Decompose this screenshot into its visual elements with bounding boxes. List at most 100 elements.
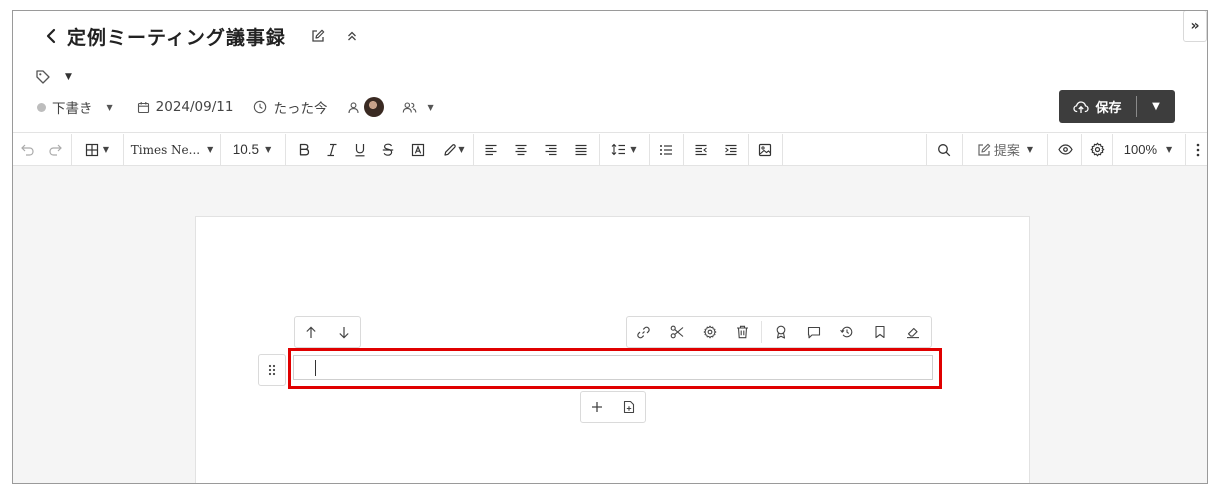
document-title[interactable]: 定例ミーティング議事録: [67, 23, 286, 50]
move-block-toolbar: [294, 316, 361, 348]
tag-icon: [35, 69, 51, 85]
clock-icon: [253, 100, 267, 114]
chevron-down-icon: ▼: [427, 102, 434, 112]
scissors-icon[interactable]: [660, 317, 693, 347]
more-vertical-icon[interactable]: [1189, 133, 1207, 166]
tag-selector[interactable]: ▼: [35, 67, 72, 87]
line-spacing-icon: [611, 143, 626, 156]
align-left-icon[interactable]: [478, 133, 504, 166]
underline-icon[interactable]: [347, 133, 373, 166]
date-field[interactable]: 2024/09/11: [137, 99, 234, 115]
chevron-down-icon: ▼: [1166, 145, 1173, 154]
toolbar-divider: [761, 321, 762, 343]
comment-icon[interactable]: [797, 317, 830, 347]
document-page: [195, 216, 1030, 483]
zoom-select[interactable]: 100% ▼: [1116, 133, 1180, 166]
toolbar-divider: [649, 134, 650, 165]
toolbar-divider: [962, 134, 963, 165]
chevron-down-icon: ▼: [265, 145, 272, 154]
status-label: 下書き: [52, 101, 93, 117]
line-spacing-button[interactable]: ▼: [603, 133, 645, 166]
outdent-icon[interactable]: [688, 133, 714, 166]
award-icon[interactable]: [764, 317, 797, 347]
strikethrough-icon[interactable]: [375, 133, 401, 166]
trash-icon[interactable]: [726, 317, 759, 347]
drag-grip-icon[interactable]: [258, 354, 286, 386]
toolbar-divider: [1112, 134, 1113, 165]
italic-icon[interactable]: [319, 133, 345, 166]
save-options-button[interactable]: ▼: [1137, 101, 1175, 112]
bookmark-icon[interactable]: [863, 317, 896, 347]
bullet-list-icon[interactable]: [653, 133, 679, 166]
plus-icon[interactable]: [581, 392, 613, 422]
save-button[interactable]: 保存: [1059, 97, 1136, 116]
arrow-down-icon[interactable]: [328, 317, 361, 347]
chevron-down-icon: ▼: [630, 145, 637, 154]
toolbar-divider: [220, 134, 221, 165]
bold-icon[interactable]: [291, 133, 317, 166]
user-icon: [347, 101, 360, 114]
title-row: 定例ミーティング議事録: [41, 23, 362, 49]
history-icon[interactable]: [830, 317, 863, 347]
highlighter-icon: [443, 143, 457, 157]
text-cursor: [315, 360, 316, 376]
toolbar-divider: [1081, 134, 1082, 165]
eye-icon[interactable]: [1051, 133, 1079, 166]
image-icon[interactable]: [752, 133, 778, 166]
save-label: 保存: [1095, 101, 1122, 116]
align-right-icon[interactable]: [538, 133, 564, 166]
meta-row: 下書き ▼ 2024/09/11 たった今 ▼: [37, 95, 434, 119]
users-icon: [402, 101, 417, 114]
table-icon: [85, 143, 99, 157]
share-members[interactable]: ▼: [402, 101, 434, 114]
gear-icon[interactable]: [693, 317, 726, 347]
avatar[interactable]: [364, 97, 385, 117]
cloud-upload-icon: [1073, 100, 1090, 114]
toolbar-divider: [683, 134, 684, 165]
chevron-down-icon: ▼: [65, 72, 72, 82]
highlighter-button[interactable]: ▼: [437, 133, 471, 166]
toolbar-divider: [1047, 134, 1048, 165]
font-family-value: Times Ne...: [130, 142, 201, 157]
link-icon[interactable]: [627, 317, 660, 347]
toolbar-divider: [123, 134, 124, 165]
search-icon[interactable]: [930, 133, 958, 166]
gear-icon[interactable]: [1083, 133, 1111, 166]
owner[interactable]: [347, 97, 385, 117]
align-justify-icon[interactable]: [568, 133, 594, 166]
add-page-icon[interactable]: [613, 392, 645, 422]
save-button-group: 保存 ▼: [1059, 90, 1175, 123]
arrow-up-icon[interactable]: [295, 317, 328, 347]
toolbar-divider: [285, 134, 286, 165]
updated-label: たった今: [273, 101, 328, 117]
status-dot: [37, 102, 46, 112]
back-icon[interactable]: [41, 24, 61, 48]
calendar-icon: [137, 101, 150, 114]
text-block-input[interactable]: [293, 355, 933, 380]
chevron-down-icon: ▼: [458, 145, 465, 154]
align-center-icon[interactable]: [508, 133, 534, 166]
table-button[interactable]: ▼: [75, 133, 119, 166]
block-action-toolbar: [626, 316, 932, 348]
font-size-select[interactable]: 10.5 ▼: [224, 133, 280, 166]
text-box-icon[interactable]: [405, 133, 431, 166]
zoom-value: 100%: [1123, 142, 1158, 157]
document-canvas: [13, 166, 1207, 483]
status-selector[interactable]: 下書き ▼: [37, 97, 113, 117]
date-value: 2024/09/11: [155, 99, 234, 115]
indent-icon[interactable]: [718, 133, 744, 166]
eraser-icon[interactable]: [896, 317, 929, 347]
expand-panel-icon[interactable]: »: [1183, 11, 1207, 42]
format-toolbar: ▼ Times Ne... ▼ 10.5 ▼ ▼ ▼ 提案 ▼ 100% ▼: [13, 132, 1207, 166]
redo-icon[interactable]: [43, 133, 67, 166]
font-family-select[interactable]: Times Ne... ▼: [127, 133, 217, 166]
toolbar-divider: [748, 134, 749, 165]
suggest-edit-icon: [977, 143, 991, 157]
chevron-down-icon: ▼: [106, 102, 113, 112]
collapse-icon[interactable]: [342, 26, 362, 46]
font-size-value: 10.5: [232, 142, 260, 157]
edit-icon[interactable]: [308, 26, 328, 46]
undo-icon[interactable]: [15, 133, 39, 166]
add-block-toolbar: [580, 391, 646, 423]
suggest-mode-select[interactable]: 提案 ▼: [966, 133, 1044, 166]
